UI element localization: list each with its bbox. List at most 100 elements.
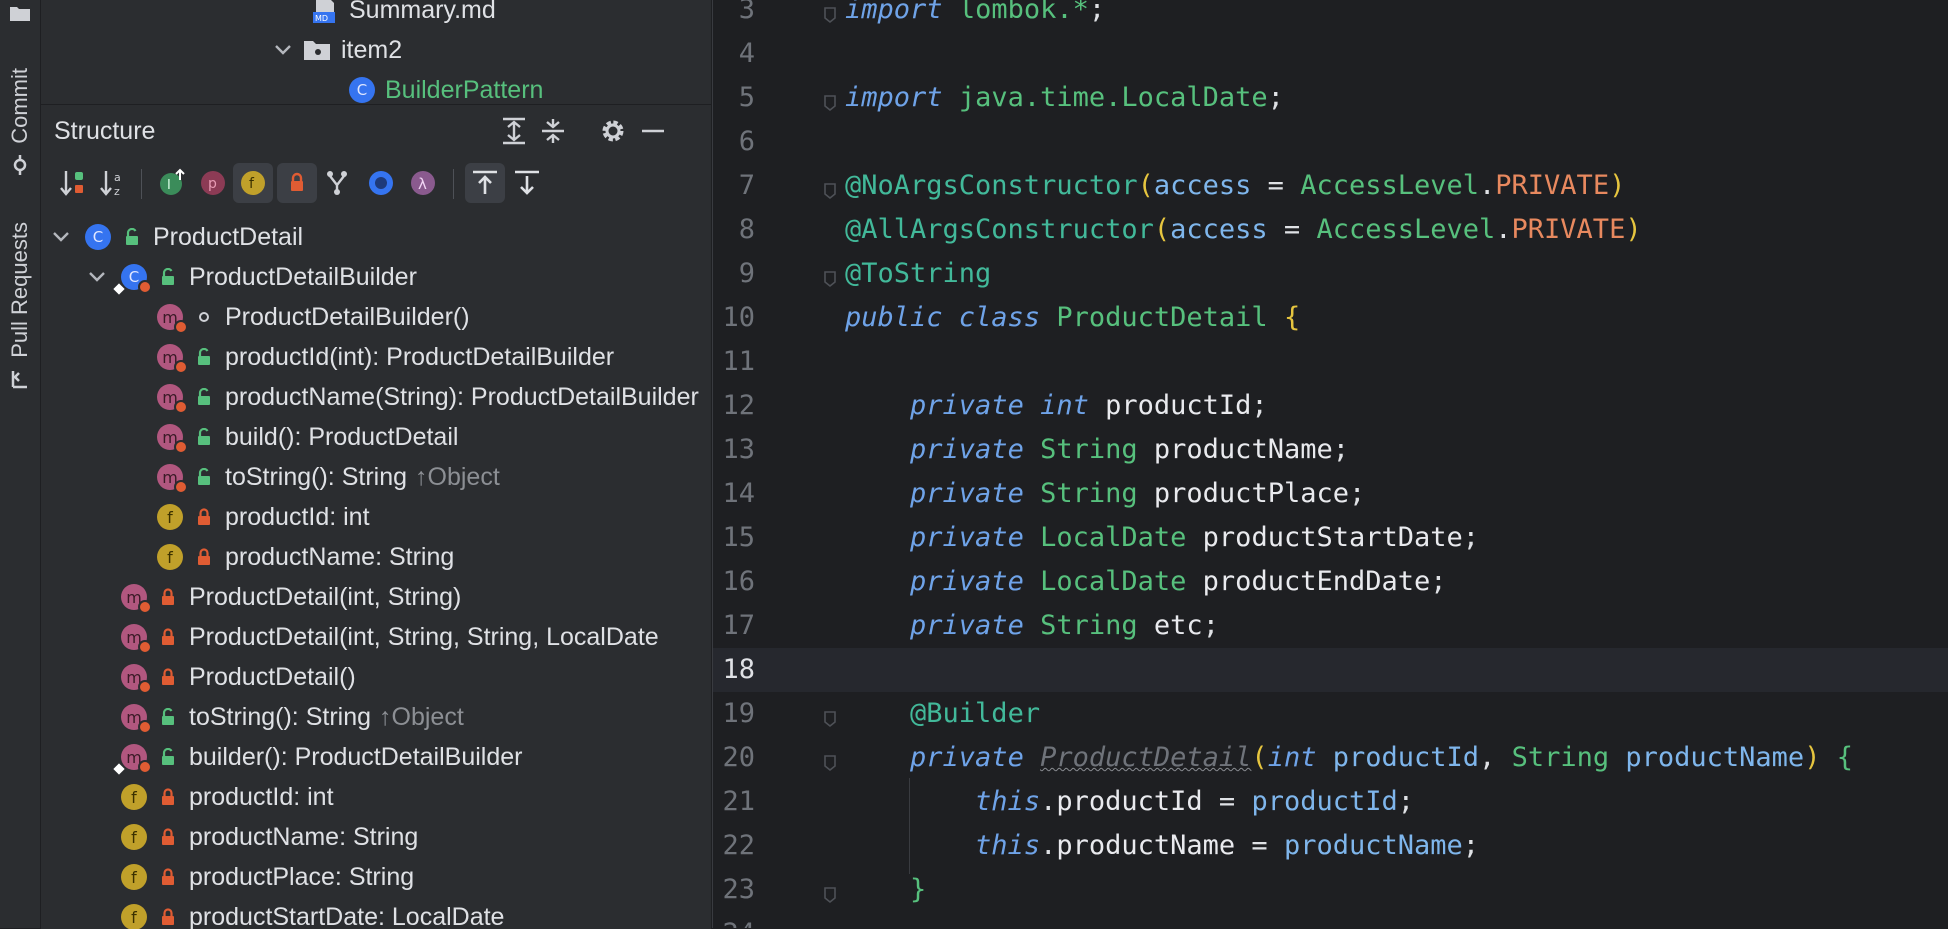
- show-lambdas-button[interactable]: [361, 163, 401, 203]
- settings-button[interactable]: [596, 114, 630, 148]
- chevron-down-icon[interactable]: [49, 217, 73, 257]
- code-line[interactable]: 14 private String productPlace;: [713, 472, 1948, 516]
- code-line[interactable]: 3import lombok.*;: [713, 0, 1948, 32]
- code-line[interactable]: 8@AllArgsConstructor(access = AccessLeve…: [713, 208, 1948, 252]
- fold-marker-icon[interactable]: [823, 880, 837, 898]
- code-line[interactable]: 16 private LocalDate productEndDate;: [713, 560, 1948, 604]
- fold-marker-icon[interactable]: [823, 748, 837, 766]
- structure-tree-row[interactable]: CProductDetailBuilder: [85, 257, 417, 297]
- code-line[interactable]: 7@NoArgsConstructor(access = AccessLevel…: [713, 164, 1948, 208]
- line-number[interactable]: 8: [713, 214, 755, 245]
- line-number[interactable]: 12: [713, 390, 755, 421]
- structure-tree-row[interactable]: CProductDetail: [49, 217, 303, 257]
- line-number[interactable]: 5: [713, 82, 755, 113]
- line-number[interactable]: 7: [713, 170, 755, 201]
- structure-tree-row[interactable]: mbuilder(): ProductDetailBuilder: [121, 737, 522, 777]
- line-number[interactable]: 24: [713, 918, 755, 928]
- line-number[interactable]: 17: [713, 610, 755, 641]
- line-number[interactable]: 18: [713, 654, 755, 685]
- fold-marker-icon[interactable]: [823, 88, 837, 106]
- project-item-item2[interactable]: item2: [273, 30, 402, 70]
- code-line[interactable]: 10public class ProductDetail {: [713, 296, 1948, 340]
- structure-tree-row[interactable]: mProductDetail(): [121, 657, 356, 697]
- code-line[interactable]: 24: [713, 912, 1948, 928]
- code-line[interactable]: 11: [713, 340, 1948, 384]
- code-line[interactable]: 9@ToString: [713, 252, 1948, 296]
- line-number[interactable]: 15: [713, 522, 755, 553]
- code-line[interactable]: 22 this.productName = productName;: [713, 824, 1948, 868]
- expand-all-button[interactable]: [497, 114, 531, 148]
- structure-tree-row[interactable]: fproductId: int: [121, 777, 334, 817]
- line-number[interactable]: 11: [713, 346, 755, 377]
- fold-marker-icon[interactable]: [823, 176, 837, 194]
- structure-tree-row[interactable]: fproductId: int: [157, 497, 370, 537]
- line-number[interactable]: 4: [713, 38, 755, 69]
- show-inherited-lambdas-button[interactable]: λ: [403, 163, 443, 203]
- fold-marker-icon[interactable]: [823, 264, 837, 282]
- code-line[interactable]: 5import java.time.LocalDate;: [713, 76, 1948, 120]
- line-number[interactable]: 20: [713, 742, 755, 773]
- code-line[interactable]: 20 private ProductDetail(int productId, …: [713, 736, 1948, 780]
- folder-icon: [303, 39, 331, 61]
- code-line[interactable]: 23 }: [713, 868, 1948, 912]
- code-line[interactable]: 12 private int productId;: [713, 384, 1948, 428]
- fold-marker-icon[interactable]: [823, 704, 837, 722]
- line-number[interactable]: 19: [713, 698, 755, 729]
- show-properties-button[interactable]: p: [193, 163, 233, 203]
- code-text: private String productPlace;: [845, 478, 1365, 509]
- navigate-from-source-button[interactable]: [465, 163, 505, 203]
- structure-tree-row[interactable]: fproductPlace: String: [121, 857, 414, 897]
- fold-marker-icon[interactable]: [823, 0, 837, 18]
- show-non-public-button[interactable]: [277, 163, 317, 203]
- collapse-all-button[interactable]: [536, 114, 570, 148]
- structure-tree-row[interactable]: fproductName: String: [121, 817, 418, 857]
- code-line[interactable]: 15 private LocalDate productStartDate;: [713, 516, 1948, 560]
- code-line[interactable]: 19 @Builder: [713, 692, 1948, 736]
- code-line[interactable]: 17 private String etc;: [713, 604, 1948, 648]
- svg-text:I: I: [167, 178, 171, 193]
- structure-tree-row[interactable]: mtoString(): String↑Object: [157, 457, 500, 497]
- structure-tree-row[interactable]: mProductDetail(int, String, String, Loca…: [121, 617, 659, 657]
- structure-tree-row[interactable]: mproductName(String): ProductDetailBuild…: [157, 377, 699, 417]
- sort-by-visibility-button[interactable]: [53, 163, 93, 203]
- project-item-summary[interactable]: MD Summary.md: [311, 0, 496, 30]
- project-item-builderpattern[interactable]: C BuilderPattern: [349, 70, 543, 104]
- line-number[interactable]: 22: [713, 830, 755, 861]
- structure-tree-row[interactable]: mProductDetailBuilder(): [157, 297, 470, 337]
- show-anonymous-button[interactable]: [317, 163, 357, 203]
- structure-tree-row[interactable]: fproductName: String: [157, 537, 454, 577]
- line-number[interactable]: 13: [713, 434, 755, 465]
- commit-tab[interactable]: Commit: [4, 68, 36, 176]
- pull-requests-tab[interactable]: Pull Requests: [4, 222, 36, 390]
- code-token: java.time.LocalDate: [959, 82, 1268, 113]
- chevron-down-icon[interactable]: [273, 40, 293, 60]
- line-number[interactable]: 9: [713, 258, 755, 289]
- structure-item-label: productPlace: String: [189, 863, 414, 892]
- line-number[interactable]: 10: [713, 302, 755, 333]
- project-folder-icon[interactable]: [8, 4, 32, 22]
- structure-tree-row[interactable]: mtoString(): String↑Object: [121, 697, 464, 737]
- line-number[interactable]: 16: [713, 566, 755, 597]
- navigate-to-source-button[interactable]: [507, 163, 547, 203]
- structure-tree-row[interactable]: mProductDetail(int, String): [121, 577, 461, 617]
- structure-tree-row[interactable]: mproductId(int): ProductDetailBuilder: [157, 337, 614, 377]
- code-line[interactable]: 21 this.productId = productId;: [713, 780, 1948, 824]
- line-number[interactable]: 21: [713, 786, 755, 817]
- code-line[interactable]: 4: [713, 32, 1948, 76]
- line-number[interactable]: 23: [713, 874, 755, 905]
- structure-tree-row[interactable]: mbuild(): ProductDetail: [157, 417, 458, 457]
- show-inherited-button[interactable]: I: [153, 163, 193, 203]
- line-number[interactable]: 3: [713, 0, 755, 25]
- show-fields-button[interactable]: f: [233, 163, 273, 203]
- code-line[interactable]: 6: [713, 120, 1948, 164]
- code-editor[interactable]: 3import lombok.*; 4 5import java.time.Loca…: [712, 0, 1948, 928]
- line-number[interactable]: 6: [713, 126, 755, 157]
- code-line[interactable]: 13 private String productName;: [713, 428, 1948, 472]
- structure-tree-row[interactable]: fproductStartDate: LocalDate: [121, 897, 504, 929]
- structure-item-label: ProductDetail(): [189, 663, 356, 692]
- code-line[interactable]: 18: [713, 648, 1948, 692]
- sort-alphabetically-button[interactable]: az: [93, 163, 133, 203]
- chevron-down-icon[interactable]: [85, 257, 109, 297]
- hide-panel-button[interactable]: [636, 114, 670, 148]
- line-number[interactable]: 14: [713, 478, 755, 509]
